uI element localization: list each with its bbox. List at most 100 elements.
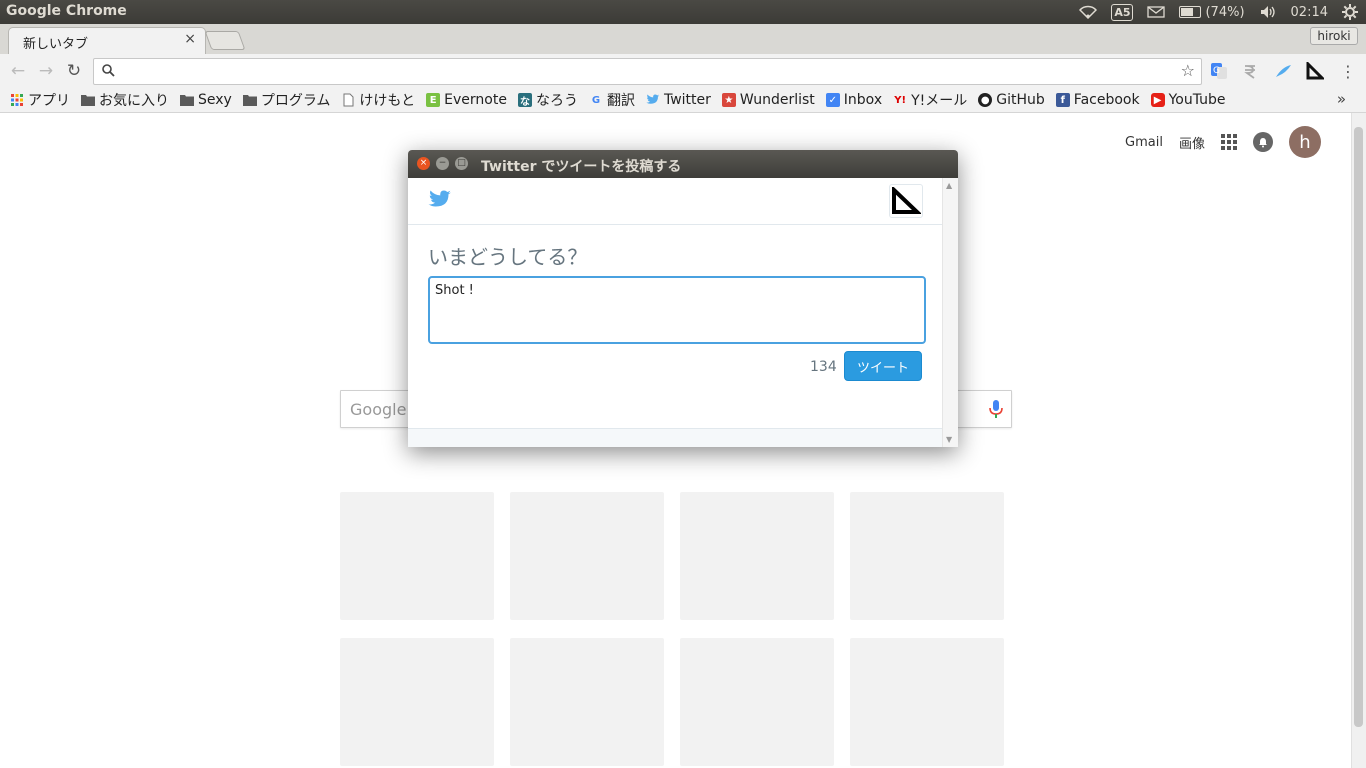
gmail-link[interactable]: Gmail [1125,135,1163,150]
profile-button[interactable]: hiroki [1310,27,1358,45]
battery-indicator[interactable]: (74%) [1179,4,1245,20]
triangle-ruler-icon[interactable] [1305,61,1325,81]
bookmark-item[interactable]: ✓ Inbox [825,92,882,108]
bookmark-item[interactable]: f Facebook [1055,92,1140,108]
popup-scrollbar[interactable]: ▲ ▼ [942,178,958,447]
youtube-icon: ▶ [1150,93,1165,107]
avatar[interactable]: h [1289,126,1321,158]
bookmarks-list: アプリ お気に入り Sexy プログラム けけもと E Evernote ななろう G 翻訳 Twi… [10,90,1226,110]
chrome-menu-icon[interactable]: ⋮ [1338,61,1358,81]
window-close-icon[interactable]: × [417,157,430,170]
notification-bell-icon[interactable] [1253,132,1273,152]
tab-strip: 新しいタブ × hiroki [0,24,1366,55]
bookmark-label: Sexy [198,92,232,108]
most-visited-tile[interactable] [510,638,664,766]
window-maximize-icon[interactable]: □ [455,157,468,170]
os-top-panel: Google Chrome A5 (74%) 02:14 [0,0,1366,24]
bookmark-item[interactable]: けけもと [341,90,415,110]
bookmark-item[interactable]: Y! Y!メール [893,90,967,110]
bookmark-label: GitHub [996,92,1045,108]
wifi-icon[interactable] [1079,5,1098,19]
active-app-title: Google Chrome [6,3,127,19]
bookmark-item[interactable]: ● GitHub [978,92,1045,108]
triangle-ruler-icon[interactable] [889,184,923,218]
clock[interactable]: 02:14 [1291,5,1328,20]
bookmark-label: Evernote [444,92,507,108]
page-scrollbar[interactable] [1351,113,1366,768]
popup-footer [408,428,943,447]
bookmark-label: Facebook [1073,92,1140,108]
most-visited-tile[interactable] [510,492,664,620]
bookmark-item[interactable]: お気に入り [81,90,169,110]
twitter-bird-icon [646,93,660,107]
bookmark-item[interactable]: プログラム [242,90,330,110]
most-visited-tile[interactable] [340,492,494,620]
feather-extension-icon[interactable] [1273,61,1293,81]
window-minimize-icon[interactable]: − [436,157,449,170]
scroll-up-arrow-icon[interactable]: ▲ [946,181,952,190]
search-placeholder: Google [350,400,407,419]
most-visited-tile[interactable] [850,492,1004,620]
most-visited-tile[interactable] [850,638,1004,766]
volume-icon[interactable] [1259,5,1277,19]
scroll-down-arrow-icon[interactable]: ▼ [946,435,952,444]
more-bookmarks-chevron-icon[interactable]: » [1337,90,1346,108]
gear-icon[interactable] [1342,4,1358,20]
bookmark-label: けけもと [359,93,416,109]
forward-arrow-icon[interactable]: → [36,61,56,81]
tab-title: 新しいタブ [23,37,89,52]
bookmark-item[interactable]: ななろう [517,90,578,110]
bookmark-star-icon[interactable]: ☆ [1181,61,1195,80]
battery-percent: (74%) [1205,4,1245,20]
popup-title: Twitter でツイートを投稿する [481,159,682,175]
microphone-icon[interactable] [989,399,1003,423]
google-apps-grid-icon[interactable] [1221,134,1237,150]
back-arrow-icon[interactable]: ← [8,61,28,81]
tab-close-icon[interactable]: × [184,31,196,47]
bookmark-label: なろう [535,93,578,109]
bookmarks-bar: アプリ お気に入り Sexy プログラム けけもと E Evernote ななろう G 翻訳 Twi… [0,88,1366,113]
most-visited-tile[interactable] [340,638,494,766]
popup-titlebar[interactable]: × − □ Twitter でツイートを投稿する [408,150,958,178]
bookmark-label: お気に入り [99,93,169,109]
bookmark-label: Y!メール [911,93,968,109]
inbox-icon: ✓ [825,93,840,107]
bookmark-item[interactable]: ★ Wunderlist [721,92,815,108]
bookmark-label: YouTube [1168,92,1226,108]
bookmark-label: Wunderlist [739,92,815,108]
github-icon: ● [978,93,993,107]
tweet-button[interactable]: ツイート [844,351,922,381]
new-tab-button[interactable] [204,31,246,50]
tweet-compose-body: いまどうしてる？ 134 ツイート [408,178,943,447]
google-icon: G [591,94,601,106]
tweet-textarea[interactable] [428,276,926,344]
mail-icon[interactable] [1147,6,1166,18]
rupee-extension-icon[interactable] [1240,61,1260,81]
most-visited-tile[interactable] [680,492,834,620]
bookmark-label: Twitter [663,92,711,108]
folder-icon [81,93,95,107]
reload-icon[interactable]: ↻ [64,61,84,81]
images-link[interactable]: 画像 [1179,133,1205,152]
page-icon [341,93,355,107]
apps-icon [10,93,24,107]
browser-toolbar: ← → ↻ ☆ G ⋮ [0,54,1366,88]
bookmark-item[interactable]: アプリ [10,90,70,110]
scrollbar-thumb[interactable] [1354,127,1363,727]
bookmark-item[interactable]: G 翻訳 [589,90,635,110]
compose-prompt: いまどうしてる？ [428,245,588,269]
bookmark-label: 翻訳 [606,93,635,109]
google-top-links: Gmail 画像 h [1125,126,1321,158]
folder-icon [180,93,194,107]
most-visited-tile[interactable] [680,638,834,766]
address-bar[interactable]: ☆ [93,58,1202,85]
bookmark-item[interactable]: Sexy [180,92,232,108]
bookmark-item[interactable]: Twitter [646,92,711,108]
tab-new-tab[interactable]: 新しいタブ × [8,27,206,55]
bookmark-item[interactable]: E Evernote [426,92,507,108]
input-method-icon[interactable]: A5 [1111,3,1134,21]
wunderlist-icon: ★ [721,93,736,107]
folder-icon [242,93,257,107]
google-translate-icon[interactable]: G [1209,61,1229,81]
bookmark-item[interactable]: ▶ YouTube [1150,92,1226,108]
